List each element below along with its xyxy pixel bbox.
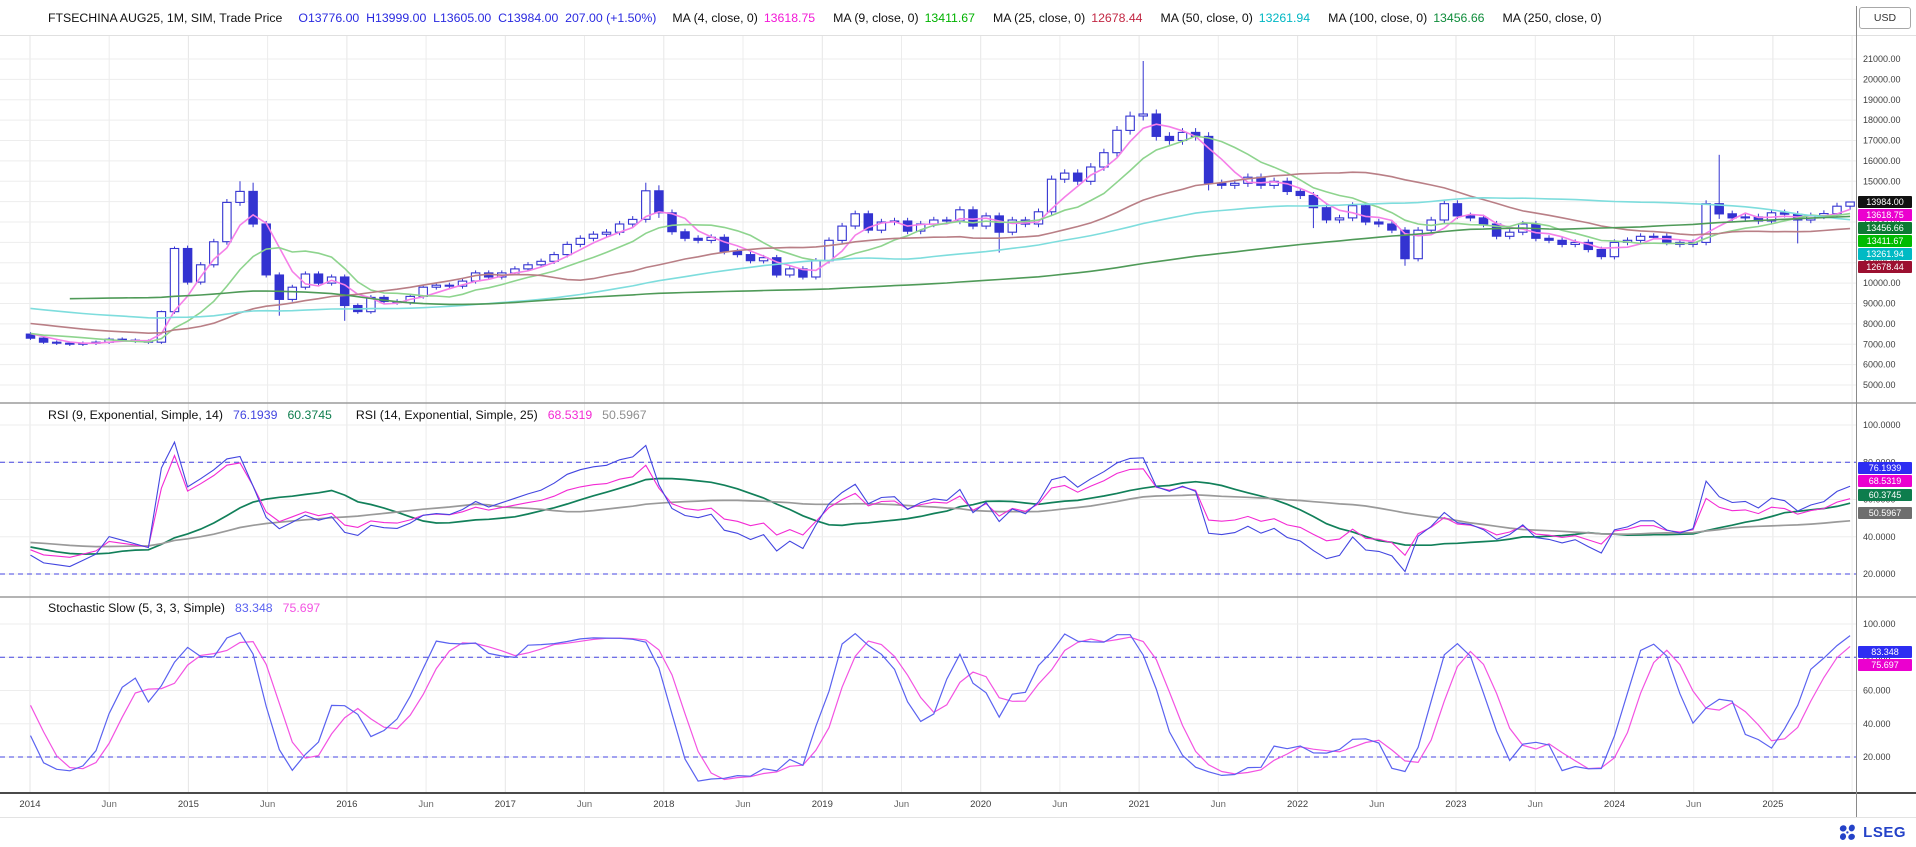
svg-text:2016: 2016	[336, 799, 357, 810]
ma9-badge: 13411.67	[1858, 235, 1912, 247]
svg-text:Jun: Jun	[1686, 799, 1701, 810]
ma25-badge: 12678.44	[1858, 261, 1912, 273]
svg-text:2020: 2020	[970, 799, 991, 810]
rsi14-badge: 68.5319	[1858, 475, 1912, 487]
ma-line-9	[31, 136, 1851, 342]
svg-text:2015: 2015	[178, 799, 199, 810]
svg-text:Jun: Jun	[1211, 799, 1226, 810]
svg-text:2017: 2017	[495, 799, 516, 810]
last-price-badge: 13984.00	[1858, 196, 1912, 208]
stoch-d-line	[31, 637, 1851, 779]
stoch-label: Stochastic Slow (5, 3, 3, Simple)	[48, 601, 225, 615]
svg-text:2019: 2019	[812, 799, 833, 810]
lseg-logo-text: LSEG	[1863, 824, 1906, 841]
rsi1-value: 76.1939	[233, 408, 277, 422]
stoch-k-line	[31, 633, 1851, 781]
rsi-pane-header: RSI (9, Exponential, Simple, 14) 76.1939…	[48, 408, 647, 422]
rsi14-line	[31, 456, 1851, 558]
rsi2-value: 68.5319	[548, 408, 592, 422]
svg-text:2023: 2023	[1445, 799, 1466, 810]
svg-text:Jun: Jun	[894, 799, 909, 810]
rsi14-signal-badge: 50.5967	[1858, 507, 1912, 519]
svg-text:Jun: Jun	[260, 799, 275, 810]
chart-window: FTSECHINA AUG25, 1M, SIM, Trade Price O1…	[0, 0, 1916, 847]
rsi-gridlines	[0, 425, 1856, 574]
ma-line-50	[31, 198, 1851, 318]
stochastic-pane-header: Stochastic Slow (5, 3, 3, Simple) 83.348…	[48, 601, 320, 615]
ma-lines	[31, 124, 1851, 343]
svg-text:Jun: Jun	[577, 799, 592, 810]
stoch-d-badge: 75.697	[1858, 659, 1912, 671]
stoch-gridlines	[0, 624, 1856, 757]
svg-text:Jun: Jun	[418, 799, 433, 810]
svg-text:2022: 2022	[1287, 799, 1308, 810]
rsi1-signal-value: 60.3745	[287, 408, 331, 422]
lseg-logo: LSEG	[1837, 822, 1906, 843]
stoch-d-value: 75.697	[283, 601, 321, 615]
svg-text:Jun: Jun	[102, 799, 117, 810]
rsi2-label: RSI (14, Exponential, Simple, 25)	[356, 408, 538, 422]
x-axis-labels: 2014 Jun 2015 Jun 2016 Jun 2017 Jun 2018 Jun 2019 J…	[19, 799, 1783, 810]
ma100-badge: 13456.66	[1858, 222, 1912, 234]
price-axis-column[interactable]: 13984.0013618.7513456.6613411.6713261.94…	[1856, 0, 1916, 820]
rsi1-label: RSI (9, Exponential, Simple, 14)	[48, 408, 223, 422]
svg-text:2018: 2018	[653, 799, 674, 810]
chart-canvas[interactable]: 21000.0020000.0019000.0018000.0017000.00…	[0, 0, 1916, 847]
main-gridlines	[0, 59, 1856, 385]
ma-line-25	[31, 172, 1851, 333]
svg-text:Jun: Jun	[1369, 799, 1384, 810]
svg-text:2024: 2024	[1604, 799, 1625, 810]
ma-line-100	[70, 216, 1850, 304]
stoch-k-value: 83.348	[235, 601, 273, 615]
stoch-k-badge: 83.348	[1858, 646, 1912, 658]
svg-text:Jun: Jun	[1528, 799, 1543, 810]
ma4-badge: 13618.75	[1858, 209, 1912, 221]
rsi9-signal-badge: 60.3745	[1858, 489, 1912, 501]
rsi9-badge: 76.1939	[1858, 462, 1912, 474]
lseg-logo-icon	[1837, 822, 1858, 843]
svg-text:2014: 2014	[19, 799, 40, 810]
svg-text:Jun: Jun	[735, 799, 750, 810]
stoch-lines	[31, 633, 1851, 781]
svg-text:2021: 2021	[1129, 799, 1150, 810]
svg-text:Jun: Jun	[1052, 799, 1067, 810]
ma50-badge: 13261.94	[1858, 248, 1912, 260]
rsi2-signal-value: 50.5967	[602, 408, 646, 422]
rsi-lines	[31, 442, 1851, 571]
svg-text:2025: 2025	[1762, 799, 1783, 810]
